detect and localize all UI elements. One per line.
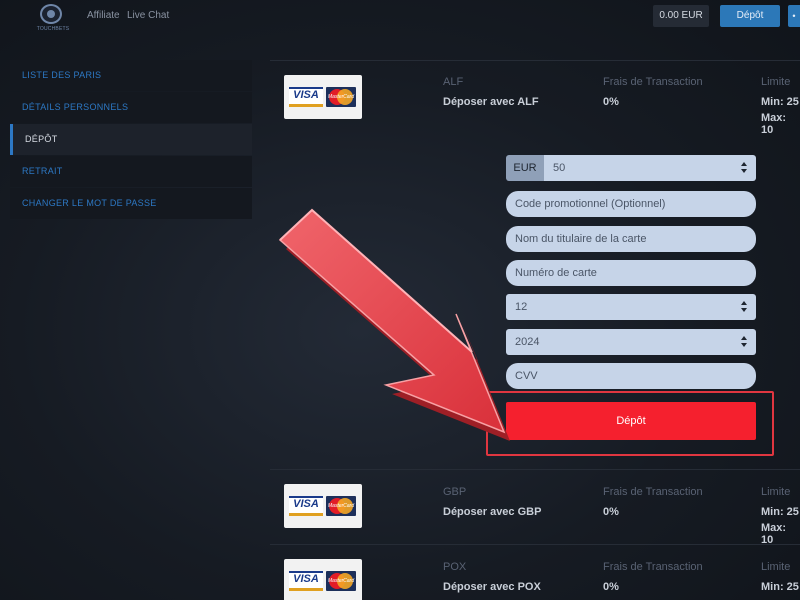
limit-header: Limite <box>761 76 791 88</box>
limit-header: Limite <box>761 561 791 573</box>
expiry-year-select[interactable]: 2024 <box>506 329 756 355</box>
visa-icon: VISA <box>289 87 323 107</box>
divider <box>270 544 800 545</box>
card-logos[interactable]: VISA MasterCard <box>284 484 362 528</box>
visa-icon: VISA <box>289 571 323 591</box>
top-bar: TOUCHBETS Affiliate Live Chat 0.00 EUR D… <box>0 0 800 34</box>
amount-value: 50 <box>553 162 566 174</box>
logo-icon <box>40 4 62 24</box>
balance-display[interactable]: 0.00 EUR <box>653 5 709 27</box>
pointer-arrow-icon <box>278 208 510 441</box>
method-action[interactable]: Déposer avec GBP <box>443 506 541 518</box>
card-logos[interactable]: VISA MasterCard <box>284 75 362 119</box>
mastercard-icon: MasterCard <box>326 571 356 591</box>
user-menu-icon[interactable]: • <box>788 5 800 27</box>
sidebar-item-withdraw[interactable]: RETRAIT <box>10 156 252 187</box>
limit-min: Min: 25 <box>761 506 799 518</box>
header-deposit-button[interactable]: Dépôt <box>720 5 780 27</box>
logo-text: TOUCHBETS <box>36 26 70 32</box>
sidebar-item-bet-list[interactable]: LISTE DES PARIS <box>10 60 252 91</box>
promo-code-input[interactable]: Code promotionnel (Optionnel) <box>506 191 756 217</box>
amount-select[interactable]: 50 <box>544 155 756 181</box>
mastercard-icon: MasterCard <box>326 87 356 107</box>
site-logo[interactable]: TOUCHBETS <box>33 2 73 34</box>
visa-icon: VISA <box>289 496 323 516</box>
limit-min: Min: 25 <box>761 581 799 593</box>
expiry-month-select[interactable]: 12 <box>506 294 756 320</box>
limit-max: Max: 10 <box>761 522 787 546</box>
live-chat-link[interactable]: Live Chat <box>127 10 169 21</box>
divider <box>270 60 800 61</box>
select-arrows-icon <box>741 336 747 348</box>
method-currency: GBP <box>443 486 467 498</box>
limit-header: Limite <box>761 486 791 498</box>
select-arrows-icon <box>741 162 747 174</box>
limit-min: Min: 25 <box>761 96 799 108</box>
fee-value: 0% <box>603 96 619 108</box>
card-holder-input[interactable]: Nom du titulaire de la carte <box>506 226 756 252</box>
method-action[interactable]: Déposer avec ALF <box>443 96 539 108</box>
affiliate-link[interactable]: Affiliate <box>87 10 120 21</box>
cvv-input[interactable]: CVV <box>506 363 756 389</box>
fee-value: 0% <box>603 506 619 518</box>
account-sidebar: LISTE DES PARIS DÉTAILS PERSONNELS DÉPÔT… <box>10 60 252 220</box>
mastercard-icon: MasterCard <box>326 496 356 516</box>
method-currency: POX <box>443 561 467 573</box>
currency-label: EUR <box>506 155 544 181</box>
method-action[interactable]: Déposer avec POX <box>443 581 541 593</box>
card-number-input[interactable]: Numéro de carte <box>506 260 756 286</box>
fee-value: 0% <box>603 581 619 593</box>
card-logos[interactable]: VISA MasterCard <box>284 559 362 600</box>
fee-header: Frais de Transaction <box>603 561 703 573</box>
method-currency: ALF <box>443 76 464 88</box>
sidebar-item-personal-details[interactable]: DÉTAILS PERSONNELS <box>10 92 252 123</box>
sidebar-item-change-password[interactable]: CHANGER LE MOT DE PASSE <box>10 188 252 219</box>
fee-header: Frais de Transaction <box>603 486 703 498</box>
limit-max: Max: 10 <box>761 112 787 136</box>
divider <box>270 469 800 470</box>
sidebar-item-deposit[interactable]: DÉPÔT <box>10 124 252 155</box>
fee-header: Frais de Transaction <box>603 76 703 88</box>
select-arrows-icon <box>741 301 747 313</box>
deposit-submit-button[interactable]: Dépôt <box>506 402 756 440</box>
